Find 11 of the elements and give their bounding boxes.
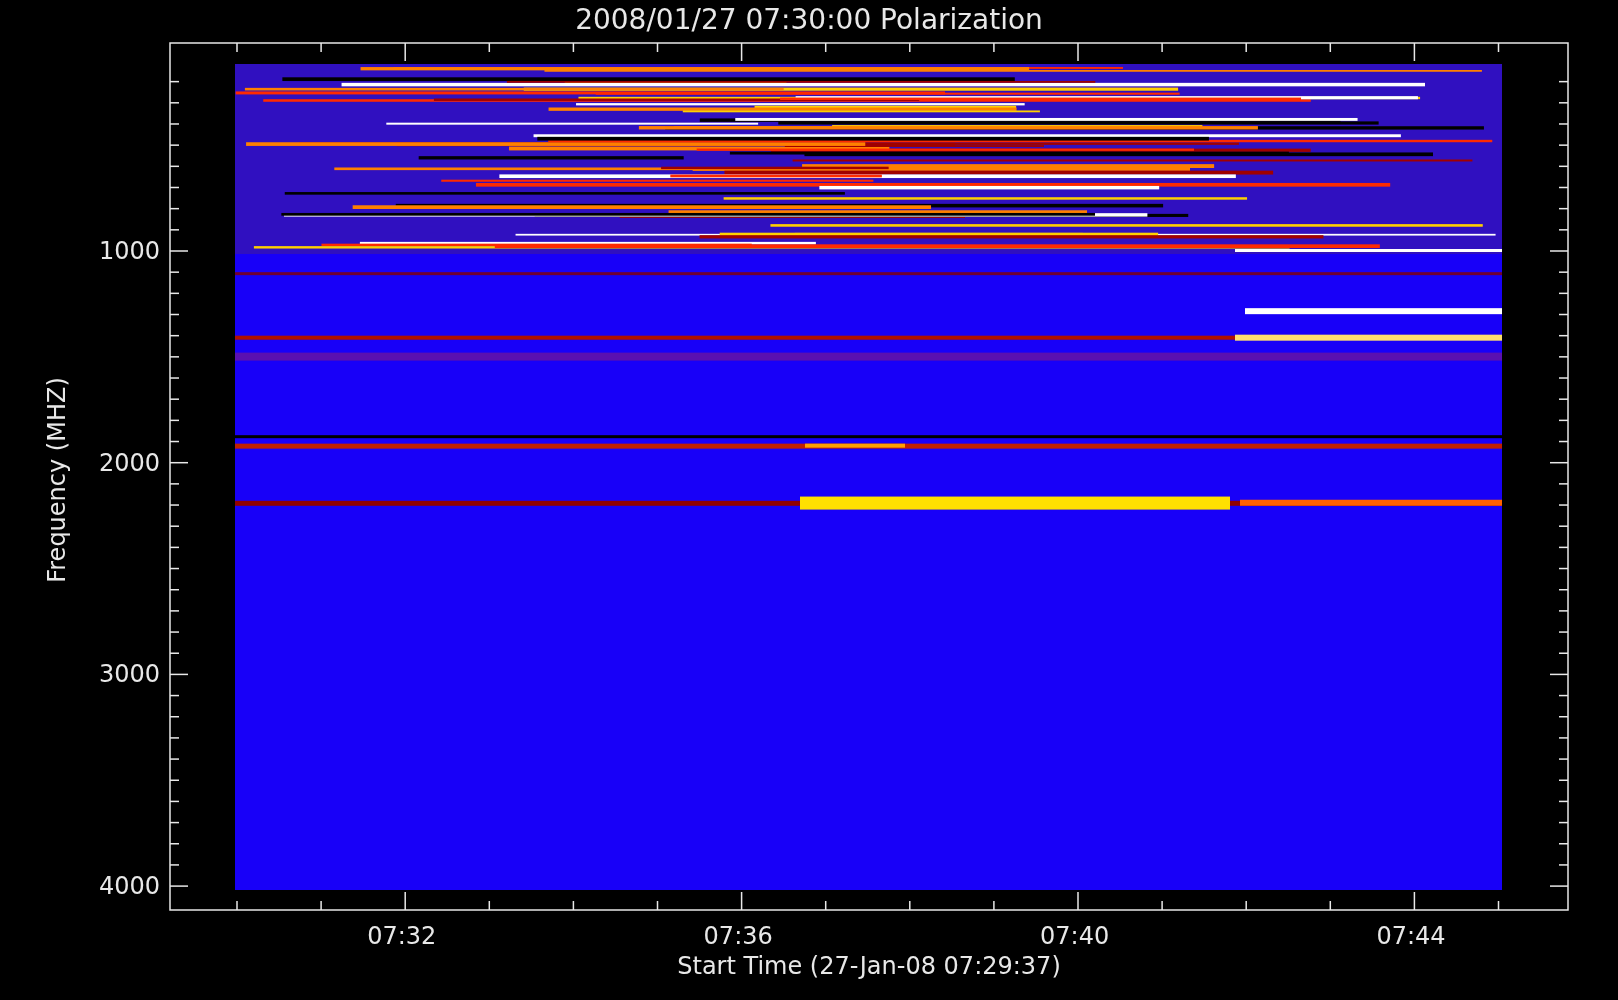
x-axis-label: Start Time (27-Jan-08 07:29:37) <box>677 952 1061 980</box>
y-axis-label: Frequency (MHZ) <box>43 377 71 583</box>
y-tick-label: 4000 <box>98 872 160 901</box>
x-tick-label: 07:32 <box>367 922 437 950</box>
y-tick-label: 1000 <box>98 237 160 265</box>
chart-title: 2008/01/27 07:30:00 Polarization <box>575 2 1043 38</box>
x-tick-label: 07:40 <box>1040 922 1110 950</box>
x-tick-label: 07:36 <box>703 922 773 950</box>
y-tick-label: 3000 <box>98 660 160 689</box>
x-tick-label: 07:44 <box>1376 922 1446 950</box>
y-tick-label: 2000 <box>98 448 160 477</box>
